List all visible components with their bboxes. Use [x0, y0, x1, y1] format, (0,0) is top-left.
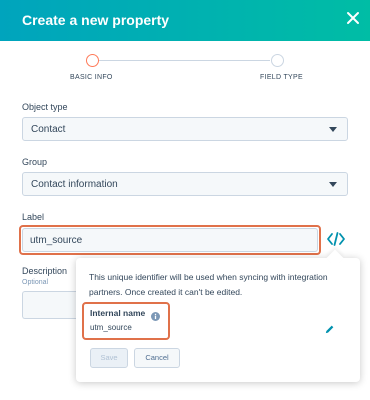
internal-name-value: utm_source	[90, 323, 132, 332]
internal-name-label: Internal name	[90, 308, 146, 318]
group-label: Group	[22, 157, 48, 167]
step-dot-field-type	[271, 54, 284, 67]
caret-down-icon	[329, 127, 337, 132]
close-icon[interactable]	[344, 9, 362, 27]
object-type-select[interactable]: Contact	[22, 117, 348, 141]
caret-down-icon	[329, 182, 337, 187]
save-button[interactable]: Save	[90, 348, 128, 368]
description-optional: Optional	[22, 279, 49, 286]
modal-header: Create a new property	[0, 0, 370, 41]
popover-description: This unique identifier will be used when…	[89, 272, 328, 297]
label-field-label: Label	[22, 212, 45, 222]
object-type-value: Contact	[31, 124, 66, 135]
popover-arrow	[326, 249, 344, 267]
modal-title: Create a new property	[22, 12, 170, 28]
label-highlight	[19, 225, 321, 255]
step-dot-basic-info	[86, 54, 99, 67]
description-input[interactable]	[22, 291, 76, 319]
group-select[interactable]: Contact information	[22, 172, 348, 196]
pencil-icon[interactable]	[324, 322, 335, 334]
step-label-field-type: FIELD TYPE	[260, 74, 303, 81]
cancel-button[interactable]: Cancel	[134, 348, 180, 368]
step-connector	[98, 60, 270, 61]
step-label-basic-info: BASIC INFO	[70, 74, 113, 81]
step-indicator: BASIC INFO FIELD TYPE	[0, 50, 370, 90]
code-icon[interactable]	[326, 229, 346, 249]
internal-name-popover: This unique identifier will be used when…	[76, 249, 360, 382]
group-value: Contact information	[31, 179, 118, 190]
description-label: Description	[22, 266, 68, 276]
object-type-label: Object type	[22, 102, 68, 112]
info-icon[interactable]	[151, 308, 160, 321]
